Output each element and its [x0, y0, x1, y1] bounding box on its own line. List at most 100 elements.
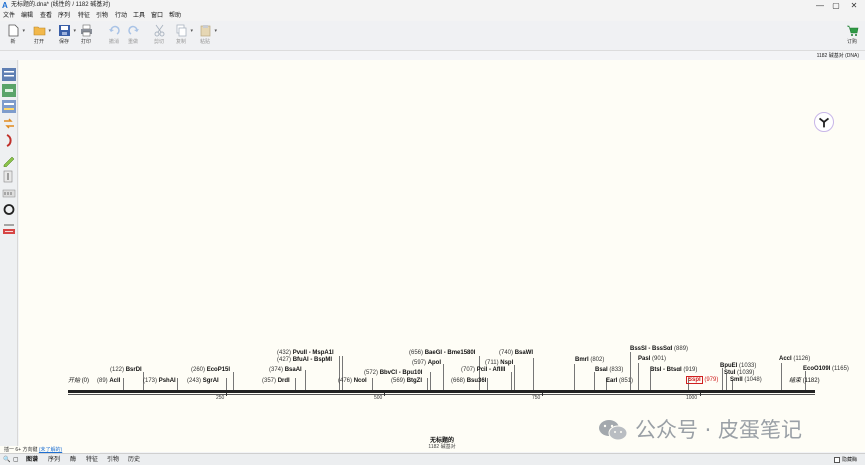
view-tabs: 🔍 ▢ 图谱 序列 酶 特征 引物 历史 隐藏酶 [0, 453, 865, 465]
enzymes-tool[interactable] [2, 84, 16, 97]
undo-icon [108, 25, 120, 35]
enzyme-site[interactable]: AccI (1126) [779, 356, 810, 363]
enzyme-site[interactable]: (122) BsrDI [110, 367, 142, 374]
enzyme-site[interactable]: (597) ApoI [412, 360, 441, 367]
numbers-tool[interactable] [2, 187, 16, 200]
primers-tool[interactable] [2, 117, 16, 130]
scissors-icon [154, 24, 164, 37]
save-button[interactable]: 保存 ▾ [53, 23, 76, 49]
menu-actions[interactable]: 行动 [115, 12, 127, 20]
enzyme-site[interactable]: EcoO109I (1165) [803, 366, 849, 373]
close-button[interactable]: ✕ [847, 0, 861, 11]
enzyme-site[interactable]: (656) BaeGI - Bme1580I [409, 350, 475, 357]
ruler-tick-label: 750 [532, 395, 541, 401]
cut-button[interactable]: 剪切 [148, 23, 170, 49]
enzyme-site[interactable]: (89) AclI [97, 378, 120, 385]
enzyme-site[interactable]: BmrI (802) [575, 357, 604, 364]
enzyme-site[interactable]: (260) EcoP15I [191, 367, 230, 374]
tab-enzymes[interactable]: 酶 [70, 456, 76, 464]
float-menu-button[interactable] [814, 112, 834, 132]
enzyme-site[interactable]: (432) PvuII - MspA1I [277, 350, 334, 357]
tab-history[interactable]: 历史 [128, 456, 140, 464]
menu-edit[interactable]: 编辑 [21, 12, 33, 20]
tab-sequence[interactable]: 序列 [48, 456, 60, 464]
minimize-button[interactable]: — [813, 0, 827, 11]
map-view-tool[interactable] [2, 68, 16, 81]
enzyme-site[interactable]: BssSI - BssSαI (889) [630, 346, 688, 353]
copy-icon [176, 24, 186, 37]
enzyme-site[interactable]: (740) BsaWI [499, 350, 533, 357]
ruler-tick-label: 1000 [686, 395, 698, 401]
sequence-info: 1182 碱基对 (DNA) [816, 53, 859, 59]
maximize-button[interactable]: ▢ [829, 0, 843, 11]
zoom-icon[interactable]: 🔍 [3, 456, 10, 464]
sequence-ruler[interactable] [68, 390, 815, 393]
order-button[interactable]: 订购 [841, 23, 863, 49]
menu-window[interactable]: 窗口 [151, 12, 163, 20]
enzyme-site[interactable]: (569) BtgZI [391, 378, 422, 385]
enzyme-site[interactable]: (357) DrdI [262, 378, 290, 385]
circular-view-tool[interactable] [2, 203, 16, 216]
new-button[interactable]: 新 ▾ [2, 23, 25, 49]
translation-tool[interactable] [2, 222, 16, 235]
enzyme-site[interactable]: BtsI - BtsαI (919) [650, 367, 697, 374]
enzyme-site[interactable]: BpuEI (1033) [720, 363, 756, 370]
orf-tool[interactable] [2, 134, 16, 147]
menu-sequence[interactable]: 序列 [58, 12, 70, 20]
enzyme-site[interactable]: (476) NcoI [338, 378, 367, 385]
site-line [226, 378, 227, 390]
tab-primers[interactable]: 引物 [107, 456, 119, 464]
print-button[interactable]: 打印 [75, 23, 97, 49]
site-line [594, 372, 595, 390]
printer-icon [80, 24, 92, 37]
tab-map[interactable]: 图谱 [26, 456, 38, 464]
enzyme-site-selected[interactable]: SspI (979) [686, 376, 718, 384]
toolbar: 新 ▾ 打开 ▾ 保存 ▾ 打印 撤消 重做 剪切 复制 ▾ 粘贴 ▾ 订购 [0, 21, 865, 51]
enzyme-site[interactable]: (711) NspI [485, 360, 513, 367]
enzyme-site[interactable]: SmlI (1048) [730, 377, 762, 384]
site-line [533, 358, 534, 390]
edit-tool[interactable] [2, 154, 16, 168]
enzyme-site[interactable]: (374) BsaAI [269, 367, 302, 374]
hide-enzymes-checkbox[interactable]: 隐藏酶 [833, 456, 857, 464]
menu-file[interactable]: 文件 [3, 12, 15, 20]
redo-icon [127, 25, 139, 35]
panel-toggle-icon[interactable]: ▢ [13, 456, 19, 464]
site-line [514, 365, 515, 390]
tab-features[interactable]: 特征 [86, 456, 98, 464]
paste-icon [200, 25, 210, 37]
paste-button[interactable]: 粘贴 ▾ [194, 23, 217, 49]
enzyme-site[interactable]: (427) BfuAI - BspMI [277, 357, 332, 364]
features-tool[interactable] [2, 100, 16, 113]
enzyme-site[interactable]: (707) PciI - AflIII [461, 367, 505, 374]
map-subtitle: 1182 碱基对 [428, 444, 456, 450]
site-line [295, 378, 296, 390]
site-line [372, 378, 373, 390]
enzyme-site[interactable]: (572) BbvCI - Bpu10I [364, 370, 422, 377]
save-icon [58, 25, 70, 36]
map-canvas[interactable]: 250 500 750 1000 开始 (0) 结束 (1182) (89) A… [19, 60, 865, 452]
enzyme-site[interactable]: (668) Bsu36I [451, 378, 486, 385]
pencil-icon [3, 156, 15, 168]
enzyme-site[interactable]: (173) PshAI [143, 378, 176, 385]
checkbox-icon[interactable] [833, 456, 840, 463]
enzyme-site[interactable]: BsaI (833) [595, 367, 623, 374]
menu-features[interactable]: 特征 [78, 12, 90, 20]
site-line [638, 363, 639, 390]
enzyme-site[interactable]: StuI (1039) [724, 370, 754, 377]
menu-primers[interactable]: 引物 [96, 12, 108, 20]
enzyme-site[interactable]: (243) SgrAI [187, 378, 219, 385]
site-line [305, 370, 306, 390]
menu-view[interactable]: 查看 [40, 12, 52, 20]
redo-button[interactable]: 重做 [122, 23, 144, 49]
menu-tools[interactable]: 工具 [133, 12, 145, 20]
strand-tool[interactable] [2, 170, 16, 183]
copy-button[interactable]: 复制 ▾ [170, 23, 193, 49]
enzyme-site[interactable]: EarI (851) [606, 378, 633, 385]
title-bar: A 无标题的.dna* (线性的 / 1182 碱基对) — ▢ ✕ [0, 0, 865, 11]
ruler-tick-label: 250 [216, 395, 225, 401]
menu-help[interactable]: 帮助 [169, 12, 181, 20]
open-button[interactable]: 打开 ▾ [28, 23, 51, 49]
enzyme-site[interactable]: PasI (901) [638, 356, 666, 363]
circle-map-icon [3, 204, 15, 215]
